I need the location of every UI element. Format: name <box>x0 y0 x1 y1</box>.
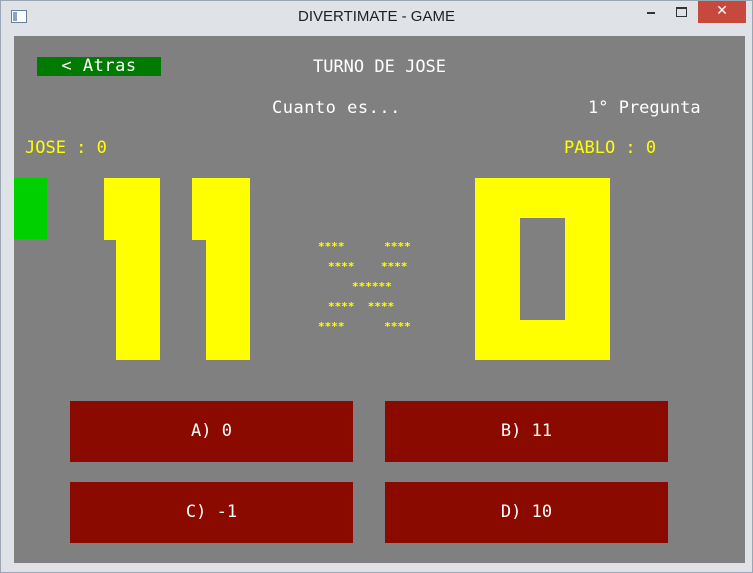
player1-score: JOSE : 0 <box>25 138 107 158</box>
close-button[interactable]: ✕ <box>698 1 746 23</box>
answer-c-button[interactable]: C) -1 <box>70 482 353 543</box>
answer-d-button[interactable]: D) 10 <box>385 482 668 543</box>
maximize-button[interactable] <box>668 1 695 23</box>
operator-row: **** **** <box>318 240 411 253</box>
question-prompt: Cuanto es... <box>272 98 401 118</box>
operator-row: **** **** <box>318 320 411 333</box>
question-number: 1° Pregunta <box>588 98 701 118</box>
answer-a-button[interactable]: A) 0 <box>70 401 353 462</box>
title-bar: DIVERTIMATE - GAME ✕ <box>1 1 752 35</box>
current-player-marker <box>14 178 47 239</box>
operator-row: **** **** <box>328 300 395 313</box>
player2-score: PABLO : 0 <box>564 138 657 158</box>
operator-row: **** **** <box>328 260 408 273</box>
game-canvas: < Atras TURNO DE JOSE Cuanto es... 1° Pr… <box>14 36 745 563</box>
turn-indicator: TURNO DE JOSE <box>312 57 447 77</box>
minimize-button[interactable] <box>638 1 665 23</box>
answer-b-button[interactable]: B) 11 <box>385 401 668 462</box>
game-window: DIVERTIMATE - GAME ✕ < Atras TURNO DE JO… <box>0 0 753 573</box>
